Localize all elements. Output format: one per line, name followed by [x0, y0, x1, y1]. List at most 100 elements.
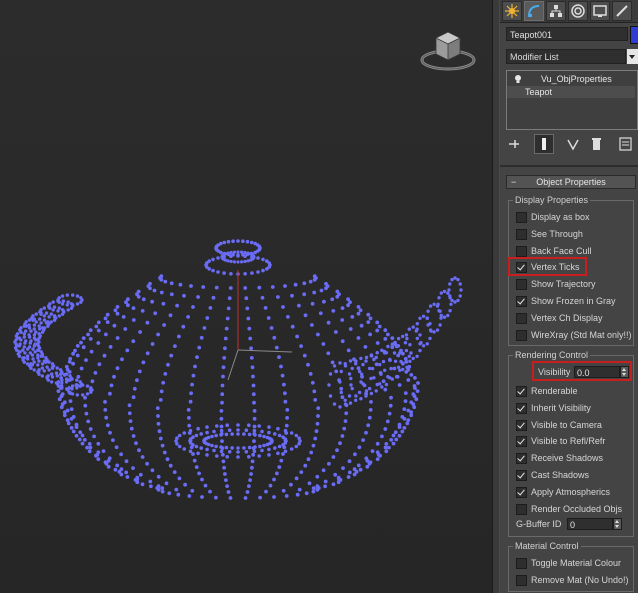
motion-tab[interactable]: [568, 1, 588, 21]
checkbox[interactable]: [516, 419, 527, 431]
vertex-dot: [446, 313, 450, 318]
make-unique-icon[interactable]: [566, 136, 582, 152]
vertex-dot: [456, 277, 460, 282]
vertex-dot: [115, 366, 120, 371]
gbuffer-id-spinner-field[interactable]: 0: [567, 518, 613, 530]
vertex-dot: [187, 416, 191, 420]
vertex-dot: [267, 447, 271, 452]
vertex-dot: [220, 383, 225, 388]
vertex-dot: [29, 362, 33, 366]
vertex-dot: [383, 368, 387, 372]
display-tab[interactable]: [590, 1, 610, 21]
vertex-dot: [47, 315, 51, 319]
vertex-dot: [78, 380, 82, 384]
vertex-dot: [89, 386, 93, 390]
vertex-dot: [321, 342, 326, 346]
vertex-dot: [96, 320, 101, 325]
vertex-dot: [127, 411, 132, 416]
checkbox[interactable]: [516, 470, 527, 481]
stack-item-teapot[interactable]: Teapot: [507, 86, 635, 98]
vertex-dot: [316, 406, 321, 410]
object-name-field[interactable]: Teapot001: [506, 27, 628, 41]
checkbox[interactable]: [516, 574, 527, 586]
vertex-dot: [402, 416, 407, 421]
vertex-dot: [230, 446, 234, 450]
vertex-dot: [401, 334, 405, 339]
vertex-dot: [425, 342, 429, 346]
vertex-dot: [283, 428, 288, 433]
vertex-dot: [79, 340, 83, 345]
vertex-dot: [60, 312, 65, 316]
gbuffer-id-spinner-arrows[interactable]: [613, 518, 622, 530]
modify-tab[interactable]: [524, 1, 544, 21]
vertex-dot: [236, 432, 240, 436]
create-tab[interactable]: [502, 1, 522, 21]
vertex-dot: [377, 324, 382, 329]
vertex-dot: [389, 395, 393, 400]
vertex-dot: [249, 346, 254, 351]
checkbox[interactable]: [516, 312, 527, 324]
vertex-dot: [315, 487, 320, 492]
vertex-dot: [32, 317, 36, 321]
configure-modifier-sets-icon[interactable]: [618, 136, 634, 152]
vertex-dot: [52, 305, 57, 309]
hierarchy-tab[interactable]: [546, 1, 566, 21]
vertex-dot: [22, 324, 26, 328]
viewcube[interactable]: [418, 26, 478, 76]
checkbox[interactable]: [516, 228, 527, 240]
vertex-dot: [156, 484, 161, 489]
vertex-dot: [210, 443, 214, 448]
vertex-dot: [334, 330, 338, 334]
panel-divider[interactable]: [492, 0, 500, 593]
vertex-dot: [150, 468, 155, 473]
vertex-dot: [79, 366, 84, 371]
checkbox[interactable]: [516, 453, 527, 465]
vertex-dot: [272, 335, 277, 340]
vertex-dot: [88, 445, 93, 450]
vertex-dot: [75, 383, 80, 387]
chevron-down-icon[interactable]: [627, 49, 638, 64]
perspective-viewport[interactable]: [0, 0, 492, 593]
checkbox[interactable]: [516, 558, 527, 569]
modifier-list-dropdown[interactable]: Modifier List: [506, 49, 626, 64]
vertex-dot: [229, 272, 233, 276]
object-properties-rollout-header[interactable]: − Object Properties: [506, 175, 636, 189]
checkbox[interactable]: [516, 402, 527, 414]
vertex-dot: [223, 336, 228, 341]
vertex-dot: [208, 306, 213, 310]
hierarchy-icon: [550, 5, 562, 17]
vertex-dot: [458, 282, 462, 286]
vertex-dot: [71, 351, 75, 356]
stack-item-vu-objproperties[interactable]: Vu_ObjProperties: [507, 73, 635, 85]
vertex-dot: [247, 445, 252, 450]
vertex-dot: [149, 484, 153, 489]
checkbox[interactable]: [516, 436, 527, 448]
vertex-dot: [348, 359, 353, 363]
vertex-dot: [393, 430, 398, 435]
checkbox[interactable]: [516, 386, 527, 397]
checkbox[interactable]: [516, 245, 527, 257]
checkbox[interactable]: [516, 212, 527, 223]
vertex-dot: [380, 348, 384, 352]
vertex-dot: [374, 362, 379, 367]
vertex-dot: [247, 326, 252, 331]
vertex-dot: [309, 450, 314, 455]
checkbox[interactable]: [516, 486, 527, 498]
show-end-result-button[interactable]: [534, 134, 554, 154]
checkbox[interactable]: [516, 279, 527, 291]
pin-stack-icon[interactable]: [506, 136, 522, 152]
vertex-dot: [428, 336, 432, 341]
remove-modifier-icon[interactable]: [588, 136, 604, 152]
vertex-dot: [40, 374, 44, 378]
utilities-tab[interactable]: [612, 1, 632, 21]
vertex-dot: [386, 375, 390, 379]
lightbulb-icon[interactable]: [513, 74, 523, 84]
checkbox[interactable]: [516, 503, 527, 515]
checkbox[interactable]: [516, 296, 527, 307]
vertex-dot: [105, 312, 110, 317]
object-color-swatch[interactable]: [630, 26, 638, 44]
vertex-dot: [177, 334, 181, 339]
checkbox[interactable]: [516, 329, 527, 341]
vertex-dot: [190, 488, 195, 493]
vertex-dot: [281, 305, 285, 309]
